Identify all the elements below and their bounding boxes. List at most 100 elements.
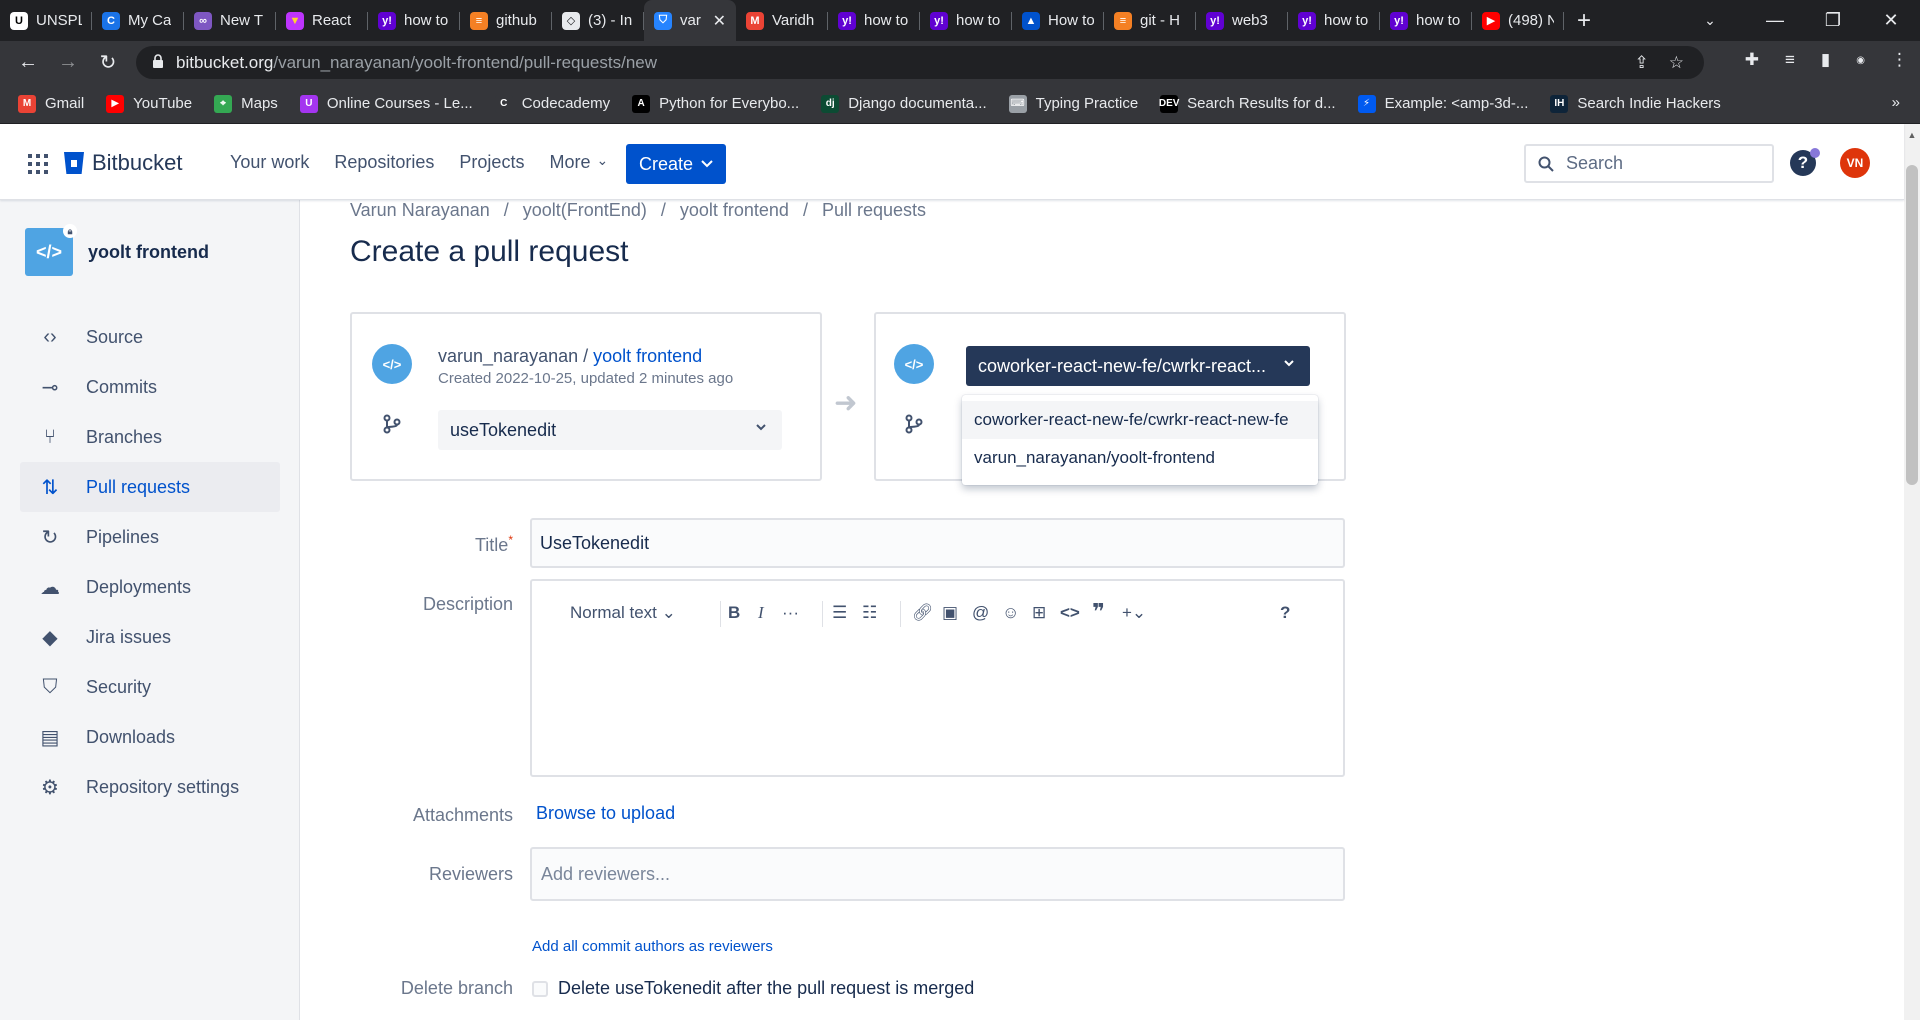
- image-icon[interactable]: ▣: [942, 603, 958, 623]
- emoji-icon[interactable]: ☺: [1002, 603, 1019, 623]
- text-style-dropdown[interactable]: Normal text ⌄: [570, 603, 676, 623]
- tab-search-icon[interactable]: ⌄: [1690, 0, 1730, 41]
- close-window-button[interactable]: ✕: [1862, 0, 1920, 41]
- side-panel-icon[interactable]: ▮: [1821, 50, 1830, 70]
- bookmark-item[interactable]: ⌖ Maps: [214, 94, 278, 113]
- description-editor[interactable]: Normal text ⌄ B I ··· ☰ ☷ 🔗︎ ▣ @ ☺ ⊞ <> …: [530, 579, 1345, 777]
- bookmark-item[interactable]: U Online Courses - Le...: [299, 94, 473, 113]
- bookmark-item[interactable]: dj Django documenta...: [821, 94, 987, 113]
- sidebar-item-deployments[interactable]: ☁ Deployments: [20, 562, 280, 612]
- profile-icon[interactable]: ◉: [1856, 55, 1865, 66]
- bookmark-item[interactable]: M Gmail: [18, 94, 84, 113]
- mention-icon[interactable]: @: [972, 603, 989, 623]
- bookmark-item[interactable]: ⚡ Example: <amp-3d-...: [1357, 94, 1528, 113]
- minimize-button[interactable]: —: [1746, 0, 1804, 41]
- source-meta: Created 2022-10-25, updated 2 minutes ag…: [438, 370, 734, 387]
- insert-more-icon[interactable]: +⌄: [1122, 603, 1146, 623]
- reviewers-input[interactable]: Add reviewers...: [530, 847, 1345, 901]
- browser-tab[interactable]: ≡ github: [460, 0, 552, 41]
- bullet-list-icon[interactable]: ☰: [832, 603, 847, 623]
- italic-icon[interactable]: I: [758, 603, 764, 623]
- reload-button[interactable]: ↻: [88, 43, 128, 83]
- browser-tab[interactable]: y! how to: [1288, 0, 1380, 41]
- source-branch-select[interactable]: useTokenedit: [438, 410, 782, 450]
- create-button[interactable]: Create: [626, 144, 726, 184]
- bookmark-item[interactable]: DEV Search Results for d...: [1159, 94, 1336, 113]
- new-tab-button[interactable]: +: [1564, 0, 1604, 41]
- source-repo-link[interactable]: yoolt frontend: [593, 346, 702, 366]
- code-icon[interactable]: <>: [1060, 603, 1080, 623]
- browser-tab[interactable]: C My Ca: [92, 0, 184, 41]
- scrollbar-thumb[interactable]: [1906, 165, 1918, 485]
- close-tab-icon[interactable]: ✕: [713, 11, 726, 31]
- nav-repositories[interactable]: Repositories: [334, 152, 434, 173]
- browser-tab[interactable]: y! how to: [920, 0, 1012, 41]
- bookmarks-overflow-button[interactable]: »: [1892, 94, 1900, 111]
- browser-tab[interactable]: y! how to: [368, 0, 460, 41]
- title-label: Title*: [474, 533, 513, 555]
- share-icon[interactable]: ⇪: [1635, 53, 1649, 73]
- bookmark-item[interactable]: ⌨ Typing Practice: [1008, 94, 1138, 113]
- sidebar-item-security[interactable]: ⛉ Security: [20, 662, 280, 712]
- sidebar-item-branches[interactable]: ⑂ Branches: [20, 412, 280, 462]
- browser-tab[interactable]: ∞ New T: [184, 0, 276, 41]
- browser-tab[interactable]: M Varidh: [736, 0, 828, 41]
- browser-tab[interactable]: U UNSPLASH: [0, 0, 92, 41]
- sidebar-item-downloads[interactable]: ▤ Downloads: [20, 712, 280, 762]
- restore-button[interactable]: ❐: [1804, 0, 1862, 41]
- nav-your-work[interactable]: Your work: [230, 152, 309, 173]
- bitbucket-logo[interactable]: Bitbucket: [64, 150, 183, 176]
- sidebar-item-pull-requests[interactable]: ⇅ Pull requests: [20, 462, 280, 512]
- nav-projects[interactable]: Projects: [459, 152, 524, 173]
- browser-tab[interactable]: y! how to: [1380, 0, 1472, 41]
- nav-more[interactable]: More: [549, 152, 608, 173]
- breadcrumb-owner[interactable]: Varun Narayanan: [350, 200, 490, 221]
- tab-active[interactable]: ⛉ var ✕: [644, 0, 736, 41]
- bold-icon[interactable]: B: [728, 603, 740, 623]
- breadcrumb-pull-requests[interactable]: Pull requests: [822, 200, 926, 221]
- sidebar-item-repository-settings[interactable]: ⚙ Repository settings: [20, 762, 280, 812]
- browser-tab[interactable]: y! web3: [1196, 0, 1288, 41]
- search-input[interactable]: Search: [1524, 144, 1774, 183]
- link-icon[interactable]: 🔗︎: [912, 603, 934, 623]
- back-button[interactable]: ←: [8, 43, 48, 83]
- destination-repo-select[interactable]: coworker-react-new-fe/cwrkr-react...: [966, 346, 1310, 386]
- media-control-icon[interactable]: ≡: [1785, 50, 1795, 70]
- browser-tab[interactable]: ▲ How to: [1012, 0, 1104, 41]
- browser-tab[interactable]: ◇ (3) - In: [552, 0, 644, 41]
- browser-tab[interactable]: ≡ git - H: [1104, 0, 1196, 41]
- browser-tab[interactable]: ▶ (498) N: [1472, 0, 1564, 41]
- table-icon[interactable]: ⊞: [1032, 603, 1046, 623]
- numbered-list-icon[interactable]: ☷: [862, 603, 877, 623]
- chrome-menu-icon[interactable]: ⋮: [1891, 50, 1908, 70]
- breadcrumb-repo[interactable]: yoolt frontend: [680, 200, 789, 221]
- avatar[interactable]: VN: [1840, 148, 1870, 178]
- more-formatting-icon[interactable]: ···: [782, 603, 799, 623]
- delete-branch-checkbox[interactable]: [532, 980, 548, 997]
- browse-upload-link[interactable]: Browse to upload: [536, 803, 675, 824]
- bookmark-item[interactable]: A Python for Everybo...: [632, 94, 799, 113]
- extensions-icon[interactable]: ✚: [1745, 50, 1759, 70]
- address-bar[interactable]: bitbucket.org/varun_narayanan/yoolt-fron…: [136, 46, 1704, 79]
- add-authors-link[interactable]: Add all commit authors as reviewers: [532, 938, 773, 955]
- browser-tab[interactable]: y! how to: [828, 0, 920, 41]
- quote-icon[interactable]: ❞: [1092, 599, 1105, 625]
- sidebar-item-source[interactable]: ‹› Source: [20, 312, 280, 362]
- title-input[interactable]: UseTokenedit: [530, 518, 1345, 568]
- forward-button[interactable]: →: [48, 43, 88, 83]
- sidebar-item-pipelines[interactable]: ↻ Pipelines: [20, 512, 280, 562]
- bookmark-item[interactable]: ▶ YouTube: [106, 94, 192, 113]
- app-switcher-icon[interactable]: [28, 154, 48, 174]
- bookmark-item[interactable]: IH Search Indie Hackers: [1550, 94, 1721, 113]
- browser-tab[interactable]: ▼ React: [276, 0, 368, 41]
- sidebar-item-commits[interactable]: ⊸ Commits: [20, 362, 280, 412]
- repo-header[interactable]: </> 🔒︎ yoolt frontend: [25, 224, 209, 276]
- sidebar-item-jira-issues[interactable]: ◆ Jira issues: [20, 612, 280, 662]
- dropdown-option[interactable]: coworker-react-new-fe/cwrkr-react-new-fe: [962, 401, 1318, 439]
- scroll-up-arrow[interactable]: ▲: [1906, 130, 1918, 142]
- dropdown-option[interactable]: varun_narayanan/yoolt-frontend: [962, 439, 1318, 477]
- bookmark-item[interactable]: C Codecademy: [494, 94, 610, 113]
- help-question-icon[interactable]: ?: [1280, 603, 1290, 623]
- bookmark-star-icon[interactable]: ☆: [1669, 53, 1684, 73]
- breadcrumb-project[interactable]: yoolt(FrontEnd): [523, 200, 647, 221]
